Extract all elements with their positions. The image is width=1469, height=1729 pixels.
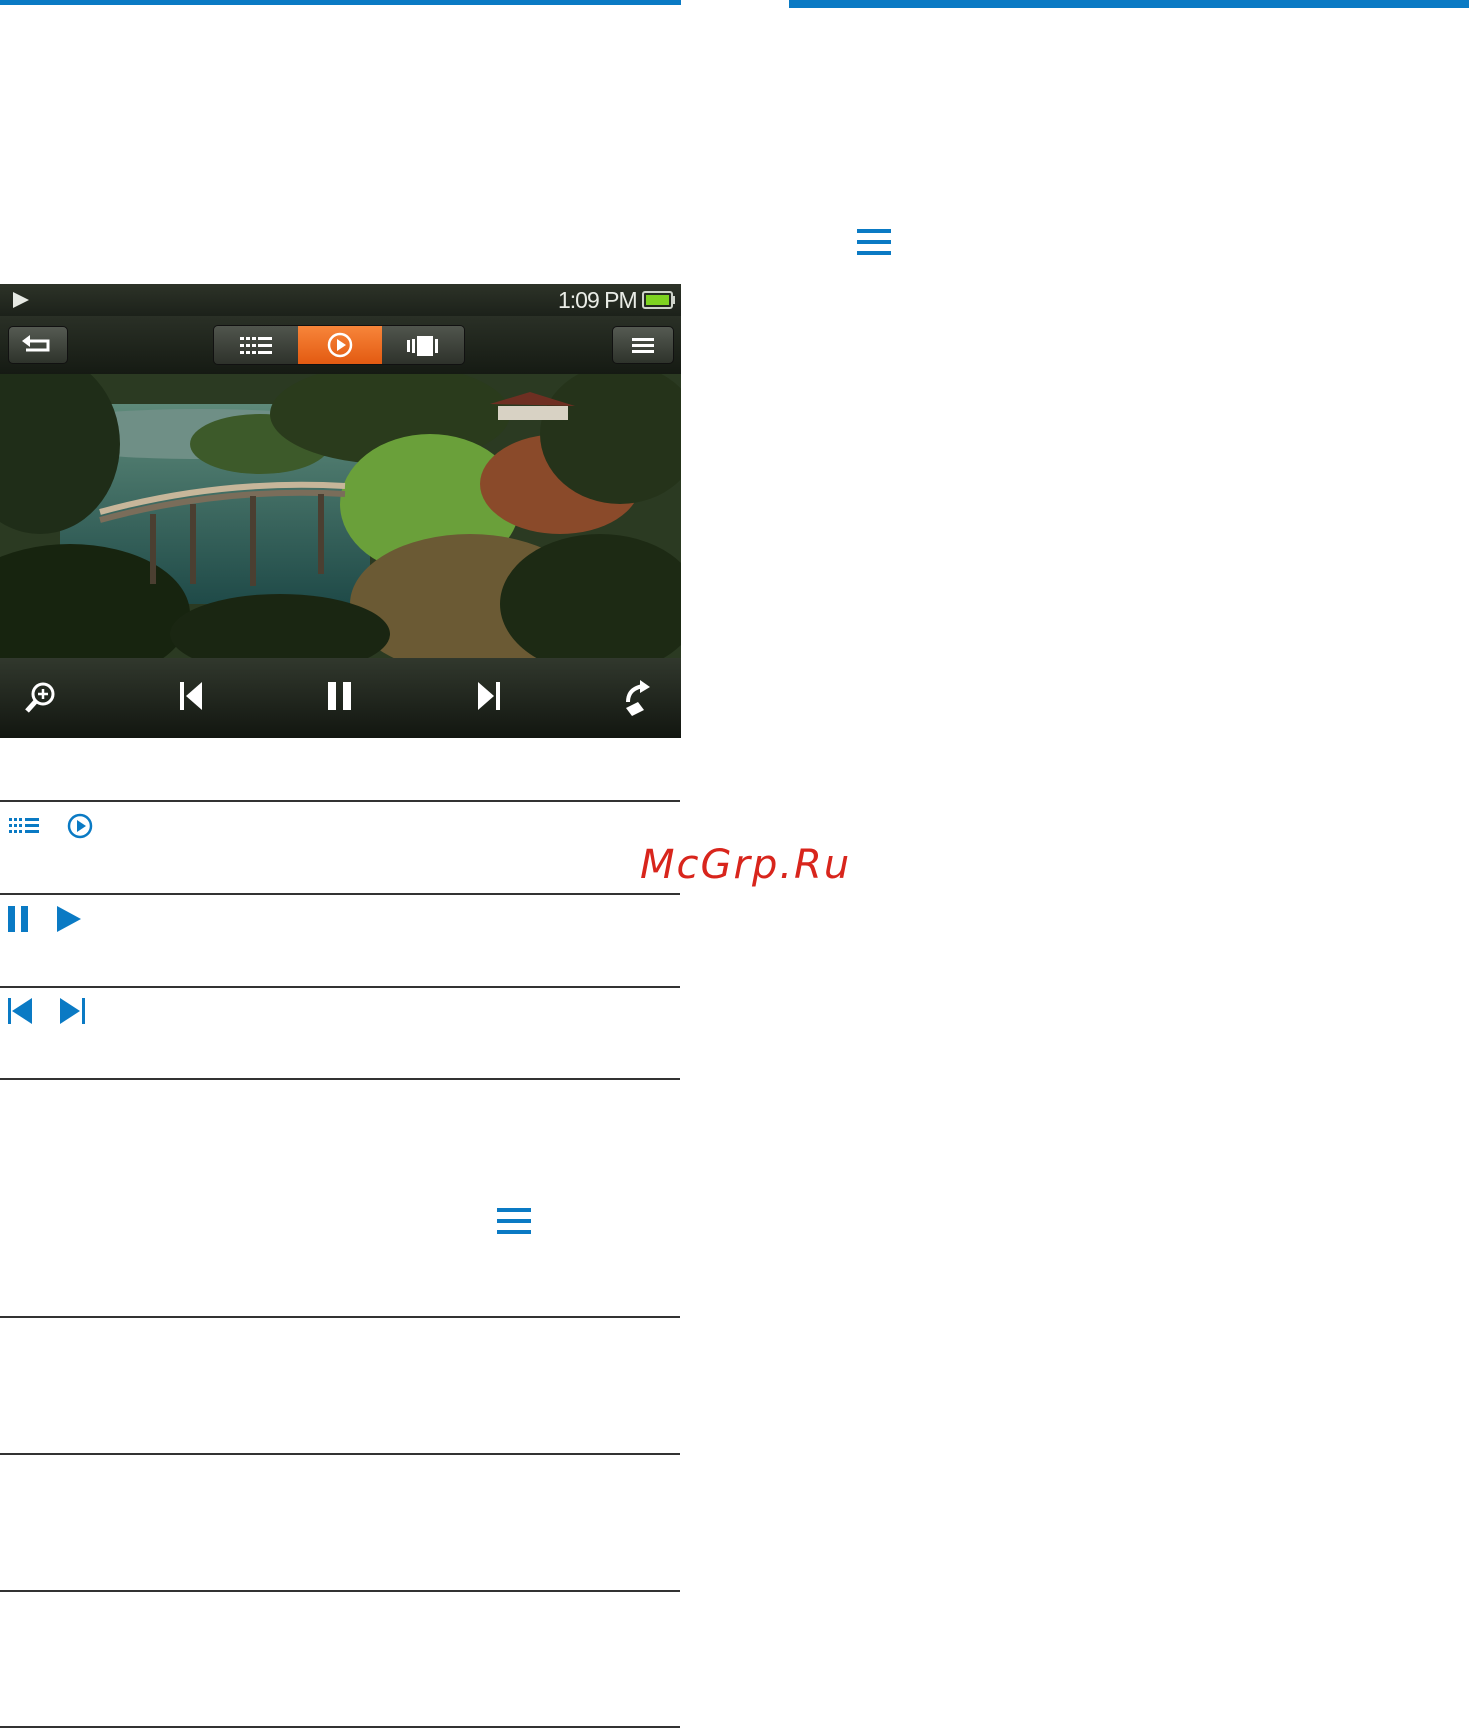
battery-fill xyxy=(646,295,669,305)
table-rule xyxy=(0,1453,680,1455)
tab-filmstrip[interactable] xyxy=(382,326,464,364)
menu-icon xyxy=(857,229,891,255)
zoom-button[interactable] xyxy=(22,680,58,721)
play-icon xyxy=(57,906,81,932)
table-rule xyxy=(0,1726,680,1728)
previous-button[interactable] xyxy=(178,680,204,717)
rotate-icon xyxy=(626,680,650,716)
playback-controls xyxy=(0,658,681,738)
table-rule xyxy=(0,1316,680,1318)
menu-icon xyxy=(497,1208,531,1234)
filmstrip-icon xyxy=(407,336,438,356)
tab-play[interactable] xyxy=(298,326,382,364)
pause-icon xyxy=(328,682,351,710)
pause-icon xyxy=(8,906,30,932)
menu-icon xyxy=(632,338,654,353)
next-icon xyxy=(478,682,500,710)
status-time: 1:09 PM xyxy=(558,287,638,313)
table-rule xyxy=(0,986,680,988)
view-switcher xyxy=(213,325,465,365)
menu-button[interactable] xyxy=(612,326,674,364)
photo-garden-bridge xyxy=(0,374,681,658)
status-bar: 1:09 PM xyxy=(0,284,681,316)
play-icon xyxy=(12,291,30,314)
table-rule xyxy=(0,1078,680,1080)
table-rule xyxy=(0,1590,680,1592)
top-rule-right xyxy=(789,0,1469,8)
play-circle-icon xyxy=(327,332,353,358)
tab-list-view[interactable] xyxy=(214,326,298,364)
top-rule-left xyxy=(0,0,681,5)
watermark: McGrp.Ru xyxy=(640,842,852,888)
play-circle-icon xyxy=(67,813,93,839)
back-icon xyxy=(22,335,50,352)
previous-icon xyxy=(180,682,202,710)
previous-icon xyxy=(8,998,34,1024)
toolbar xyxy=(0,316,681,374)
table-rule xyxy=(0,893,680,895)
list-view-icon xyxy=(9,817,39,835)
rotate-button[interactable] xyxy=(620,678,654,721)
next-icon xyxy=(60,998,86,1024)
player-screenshot: 1:09 PM xyxy=(0,284,681,738)
back-button[interactable] xyxy=(8,326,68,364)
next-button[interactable] xyxy=(476,680,502,717)
list-view-icon xyxy=(240,337,272,354)
pause-button[interactable] xyxy=(326,680,354,717)
table-rule xyxy=(0,800,680,802)
zoom-in-icon xyxy=(25,682,55,713)
battery-icon xyxy=(642,291,676,314)
